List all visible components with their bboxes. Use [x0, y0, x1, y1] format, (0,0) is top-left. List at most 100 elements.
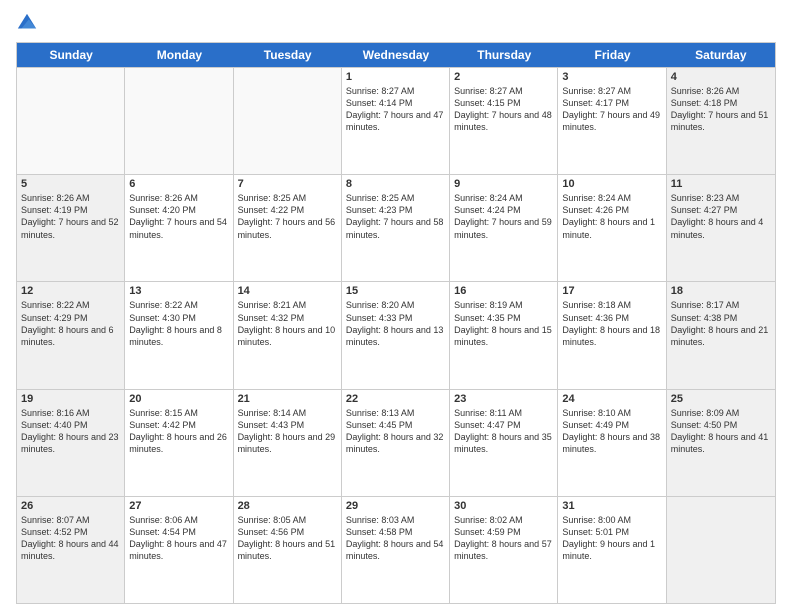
cell-text: Sunrise: 8:23 AM Sunset: 4:27 PM Dayligh… — [671, 192, 771, 241]
day-number: 21 — [238, 393, 337, 405]
cal-week-1: 1 Sunrise: 8:27 AM Sunset: 4:14 PM Daylig… — [17, 67, 775, 174]
day-number: 15 — [346, 285, 445, 297]
day-number: 18 — [671, 285, 771, 297]
cell-text: Sunrise: 8:24 AM Sunset: 4:24 PM Dayligh… — [454, 192, 553, 241]
cal-cell-week3-day6: 17 Sunrise: 8:18 AM Sunset: 4:36 PM Dayli… — [558, 282, 666, 388]
cell-text: Sunrise: 8:27 AM Sunset: 4:14 PM Dayligh… — [346, 85, 445, 134]
cal-cell-week1-day6: 3Sunrise: 8:27 AM Sunset: 4:17 PM Daylig… — [558, 68, 666, 174]
cell-text: Sunrise: 8:02 AM Sunset: 4:59 PM Dayligh… — [454, 514, 553, 563]
day-number: 6 — [129, 178, 228, 190]
cell-text: Sunrise: 8:19 AM Sunset: 4:35 PM Dayligh… — [454, 299, 553, 348]
cal-header-saturday: Saturday — [667, 43, 775, 67]
day-number: 9 — [454, 178, 553, 190]
day-number: 5 — [21, 178, 120, 190]
cal-cell-week1-day3 — [234, 68, 342, 174]
day-number: 22 — [346, 393, 445, 405]
cal-cell-week2-day6: 10Sunrise: 8:24 AM Sunset: 4:26 PM Dayli… — [558, 175, 666, 281]
logo-icon — [16, 12, 38, 34]
cell-text: Sunrise: 8:26 AM Sunset: 4:20 PM Dayligh… — [129, 192, 228, 241]
cal-header-monday: Monday — [125, 43, 233, 67]
cell-text: Sunrise: 8:21 AM Sunset: 4:32 PM Dayligh… — [238, 299, 337, 348]
cal-cell-week5-day2: 27Sunrise: 8:06 AM Sunset: 4:54 PM Dayli… — [125, 497, 233, 603]
cell-text: Sunrise: 8:07 AM Sunset: 4:52 PM Dayligh… — [21, 514, 120, 563]
cal-cell-week1-day5: 2 Sunrise: 8:27 AM Sunset: 4:15 PM Daylig… — [450, 68, 558, 174]
day-number: 13 — [129, 285, 228, 297]
cell-text: Sunrise: 8:22 AM Sunset: 4:29 PM Dayligh… — [21, 299, 120, 348]
day-number: 16 — [454, 285, 553, 297]
day-number: 19 — [21, 393, 120, 405]
cal-header-wednesday: Wednesday — [342, 43, 450, 67]
cal-cell-week4-day2: 20 Sunrise: 8:15 AM Sunset: 4:42 PM Dayli… — [125, 390, 233, 496]
cell-text: Sunrise: 8:25 AM Sunset: 4:23 PM Dayligh… — [346, 192, 445, 241]
cell-text: Sunrise: 8:11 AM Sunset: 4:47 PM Dayligh… — [454, 407, 553, 456]
page: SundayMondayTuesdayWednesdayThursdayFrid… — [0, 0, 792, 612]
cal-cell-week3-day3: 14Sunrise: 8:21 AM Sunset: 4:32 PM Dayli… — [234, 282, 342, 388]
cal-cell-week2-day7: 11Sunrise: 8:23 AM Sunset: 4:27 PM Dayli… — [667, 175, 775, 281]
cal-header-sunday: Sunday — [17, 43, 125, 67]
cal-cell-week3-day5: 16 Sunrise: 8:19 AM Sunset: 4:35 PM Dayli… — [450, 282, 558, 388]
day-number: 29 — [346, 500, 445, 512]
cell-text: Sunrise: 8:26 AM Sunset: 4:18 PM Dayligh… — [671, 85, 771, 134]
day-number: 30 — [454, 500, 553, 512]
day-number: 12 — [21, 285, 120, 297]
day-number: 7 — [238, 178, 337, 190]
day-number: 1 — [346, 71, 445, 83]
cell-text: Sunrise: 8:13 AM Sunset: 4:45 PM Dayligh… — [346, 407, 445, 456]
cal-cell-week4-day7: 25 Sunrise: 8:09 AM Sunset: 4:50 PM Dayli… — [667, 390, 775, 496]
cell-text: Sunrise: 8:06 AM Sunset: 4:54 PM Dayligh… — [129, 514, 228, 563]
cal-cell-week1-day4: 1 Sunrise: 8:27 AM Sunset: 4:14 PM Daylig… — [342, 68, 450, 174]
cal-cell-week2-day5: 9 Sunrise: 8:24 AM Sunset: 4:24 PM Daylig… — [450, 175, 558, 281]
cal-cell-week2-day1: 5 Sunrise: 8:26 AM Sunset: 4:19 PM Daylig… — [17, 175, 125, 281]
cal-cell-week3-day1: 12 Sunrise: 8:22 AM Sunset: 4:29 PM Dayli… — [17, 282, 125, 388]
day-number: 2 — [454, 71, 553, 83]
cal-cell-week4-day5: 23 Sunrise: 8:11 AM Sunset: 4:47 PM Dayli… — [450, 390, 558, 496]
header — [16, 12, 776, 34]
day-number: 10 — [562, 178, 661, 190]
cell-text: Sunrise: 8:03 AM Sunset: 4:58 PM Dayligh… — [346, 514, 445, 563]
day-number: 31 — [562, 500, 661, 512]
cal-cell-week1-day7: 4 Sunrise: 8:26 AM Sunset: 4:18 PM Daylig… — [667, 68, 775, 174]
cell-text: Sunrise: 8:10 AM Sunset: 4:49 PM Dayligh… — [562, 407, 661, 456]
cal-cell-week5-day7 — [667, 497, 775, 603]
day-number: 3 — [562, 71, 661, 83]
cell-text: Sunrise: 8:00 AM Sunset: 5:01 PM Dayligh… — [562, 514, 661, 563]
cal-cell-week5-day5: 30 Sunrise: 8:02 AM Sunset: 4:59 PM Dayli… — [450, 497, 558, 603]
day-number: 28 — [238, 500, 337, 512]
cell-text: Sunrise: 8:25 AM Sunset: 4:22 PM Dayligh… — [238, 192, 337, 241]
day-number: 25 — [671, 393, 771, 405]
calendar-body: 1 Sunrise: 8:27 AM Sunset: 4:14 PM Daylig… — [17, 67, 775, 603]
cal-cell-week5-day6: 31 Sunrise: 8:00 AM Sunset: 5:01 PM Dayli… — [558, 497, 666, 603]
cal-week-5: 26 Sunrise: 8:07 AM Sunset: 4:52 PM Dayli… — [17, 496, 775, 603]
cal-cell-week5-day4: 29 Sunrise: 8:03 AM Sunset: 4:58 PM Dayli… — [342, 497, 450, 603]
day-number: 4 — [671, 71, 771, 83]
day-number: 26 — [21, 500, 120, 512]
cell-text: Sunrise: 8:15 AM Sunset: 4:42 PM Dayligh… — [129, 407, 228, 456]
cell-text: Sunrise: 8:18 AM Sunset: 4:36 PM Dayligh… — [562, 299, 661, 348]
cal-cell-week4-day1: 19 Sunrise: 8:16 AM Sunset: 4:40 PM Dayli… — [17, 390, 125, 496]
day-number: 20 — [129, 393, 228, 405]
cal-cell-week4-day4: 22 Sunrise: 8:13 AM Sunset: 4:45 PM Dayli… — [342, 390, 450, 496]
cal-week-4: 19 Sunrise: 8:16 AM Sunset: 4:40 PM Dayli… — [17, 389, 775, 496]
cell-text: Sunrise: 8:22 AM Sunset: 4:30 PM Dayligh… — [129, 299, 228, 348]
cal-header-thursday: Thursday — [450, 43, 558, 67]
cal-cell-week3-day2: 13 Sunrise: 8:22 AM Sunset: 4:30 PM Dayli… — [125, 282, 233, 388]
day-number: 24 — [562, 393, 661, 405]
cell-text: Sunrise: 8:16 AM Sunset: 4:40 PM Dayligh… — [21, 407, 120, 456]
cell-text: Sunrise: 8:09 AM Sunset: 4:50 PM Dayligh… — [671, 407, 771, 456]
cal-header-tuesday: Tuesday — [234, 43, 342, 67]
cal-cell-week2-day3: 7 Sunrise: 8:25 AM Sunset: 4:22 PM Daylig… — [234, 175, 342, 281]
cell-text: Sunrise: 8:20 AM Sunset: 4:33 PM Dayligh… — [346, 299, 445, 348]
cal-cell-week3-day4: 15 Sunrise: 8:20 AM Sunset: 4:33 PM Dayli… — [342, 282, 450, 388]
cal-cell-week1-day1 — [17, 68, 125, 174]
cal-cell-week2-day4: 8 Sunrise: 8:25 AM Sunset: 4:23 PM Daylig… — [342, 175, 450, 281]
cell-text: Sunrise: 8:17 AM Sunset: 4:38 PM Dayligh… — [671, 299, 771, 348]
day-number: 23 — [454, 393, 553, 405]
cell-text: Sunrise: 8:26 AM Sunset: 4:19 PM Dayligh… — [21, 192, 120, 241]
cal-cell-week4-day6: 24 Sunrise: 8:10 AM Sunset: 4:49 PM Dayli… — [558, 390, 666, 496]
day-number: 17 — [562, 285, 661, 297]
calendar: SundayMondayTuesdayWednesdayThursdayFrid… — [16, 42, 776, 604]
cell-text: Sunrise: 8:27 AM Sunset: 4:15 PM Dayligh… — [454, 85, 553, 134]
cal-cell-week5-day1: 26 Sunrise: 8:07 AM Sunset: 4:52 PM Dayli… — [17, 497, 125, 603]
cal-cell-week1-day2 — [125, 68, 233, 174]
day-number: 8 — [346, 178, 445, 190]
